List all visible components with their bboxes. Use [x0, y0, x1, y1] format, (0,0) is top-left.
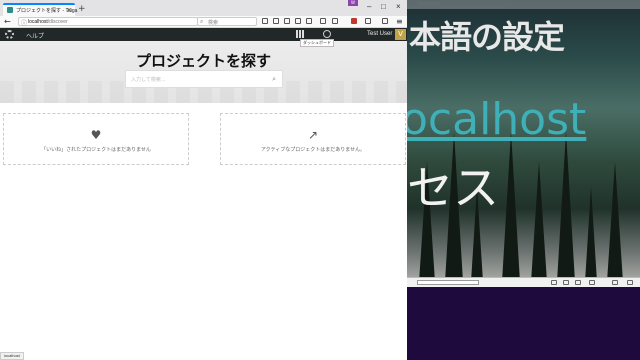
taiga-navbar: ヘルプ Test User V: [0, 28, 407, 41]
discover-globe-icon[interactable]: [323, 30, 331, 38]
tree-silhouette: [531, 162, 547, 282]
address-bar[interactable]: ⓘ localhost/discover ↻: [18, 17, 211, 27]
extension-icon[interactable]: [332, 18, 338, 24]
page-title: プロジェクトを探す: [135, 52, 271, 70]
right-window-title: ShowShot: [417, 1, 440, 7]
most-active-panel: ↗ アクティブなプロジェクトはまだありません。: [220, 113, 406, 165]
background-window: ShowShot 本語の設定 ocalhost セス: [407, 0, 640, 360]
projects-grid-icon[interactable]: [296, 30, 305, 38]
url-text[interactable]: localhost/discover: [28, 19, 68, 25]
view-icon[interactable]: [612, 280, 618, 285]
close-window-button[interactable]: ×: [396, 2, 401, 11]
view-icon[interactable]: [563, 280, 569, 285]
slide-text: セス: [407, 161, 499, 215]
star-icon[interactable]: [262, 18, 268, 24]
taiga-logo-icon[interactable]: [5, 30, 14, 39]
right-window-scrollbar[interactable]: [417, 280, 479, 285]
back-button[interactable]: ←: [4, 17, 11, 26]
maximize-button[interactable]: □: [381, 2, 386, 11]
status-url-tooltip: localhost: [0, 352, 24, 360]
slide-heading: 本語の設定: [409, 18, 565, 56]
discover-header: プロジェクトを探す ⌕: [0, 41, 407, 103]
search-bar-placeholder: 検索: [208, 20, 219, 26]
taiga-favicon-icon: [7, 7, 13, 13]
view-icon[interactable]: [551, 280, 557, 285]
tree-silhouette: [607, 162, 623, 282]
view-icon[interactable]: [627, 280, 633, 285]
right-window-toolbar: [407, 277, 640, 287]
minimize-button[interactable]: –: [367, 2, 371, 11]
menu-button[interactable]: ≡: [396, 17, 403, 26]
empty-active-text: アクティブなプロジェクトはまだありません。: [260, 147, 366, 153]
help-link[interactable]: ヘルプ: [26, 31, 44, 40]
tree-silhouette: [585, 187, 597, 282]
view-icon[interactable]: [575, 280, 581, 285]
empty-liked-text: 「いいね」されたプロジェクトはまだありません: [41, 147, 151, 153]
projects-tooltip: ダッシュボード: [300, 39, 334, 47]
view-icon[interactable]: [589, 280, 595, 285]
search-icon: ⌕: [200, 18, 204, 25]
info-icon[interactable]: ⓘ: [21, 18, 27, 27]
tree-silhouette: [502, 132, 520, 282]
extension-icon[interactable]: [320, 18, 326, 24]
avatar[interactable]: V: [395, 29, 406, 40]
trend-icon: ↗: [307, 128, 319, 142]
navigation-bar: ← ⓘ localhost/discover ↻ ⌕ 検索 ≡: [0, 16, 407, 28]
extension-icon[interactable]: [382, 18, 388, 24]
right-window-titlebar[interactable]: ShowShot: [407, 0, 640, 9]
heart-icon: ♥: [90, 128, 102, 142]
user-name[interactable]: Test User: [367, 31, 392, 37]
download-icon[interactable]: [284, 18, 290, 24]
tab-close-icon[interactable]: ×: [66, 6, 72, 14]
home-icon[interactable]: [295, 18, 301, 24]
new-tab-button[interactable]: +: [78, 4, 86, 14]
extension-icon[interactable]: [365, 18, 371, 24]
right-window-canvas: [407, 287, 640, 360]
tree-silhouette: [557, 132, 575, 282]
search-input[interactable]: [131, 75, 261, 84]
library-icon[interactable]: [273, 18, 279, 24]
search-icon[interactable]: ⌕: [272, 75, 276, 84]
slide-link[interactable]: ocalhost: [407, 94, 586, 145]
search-bar[interactable]: ⌕ 検索: [197, 17, 257, 26]
extension-icon[interactable]: [351, 18, 357, 24]
discover-search-box: ⌕: [125, 70, 283, 88]
browser-window: プロジェクトを探す - Taiga × + W – □ × ← ⓘ localh…: [0, 0, 407, 360]
extension-badge[interactable]: W: [348, 0, 358, 6]
pocket-icon[interactable]: [306, 18, 312, 24]
most-liked-panel: ♥ 「いいね」されたプロジェクトはまだありません: [3, 113, 189, 165]
tab-discover[interactable]: プロジェクトを探す - Taiga ×: [3, 3, 77, 16]
tab-bar: プロジェクトを探す - Taiga × + W – □ ×: [0, 0, 407, 16]
